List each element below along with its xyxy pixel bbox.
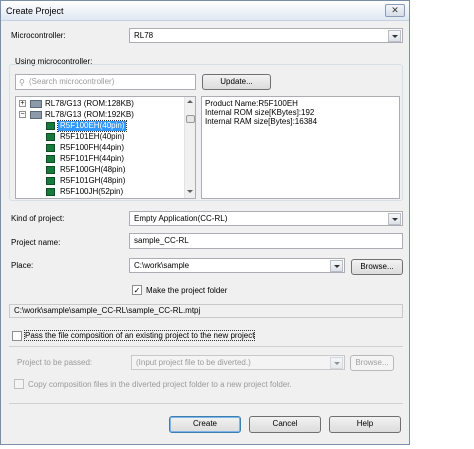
kind-of-project-label: Kind of project: (11, 214, 65, 223)
tree-node-label: R5F100EH(40pin) (56, 120, 128, 132)
help-button-label: Help (356, 419, 374, 428)
microcontroller-tree[interactable]: + RL78/G13 (ROM:128KB) − RL78/G13 (ROM:1… (15, 96, 196, 199)
copy-files-checkbox[interactable] (14, 379, 24, 389)
project-to-pass-placeholder: (Input project file to be diverted.) (136, 358, 251, 367)
window-title: Create Project (6, 6, 64, 16)
close-icon: ✕ (391, 5, 399, 15)
kind-of-project-select[interactable]: Empty Application(CC-RL) (129, 211, 403, 226)
tree-node-label: R5F100JH(52pin) (60, 187, 124, 196)
tree-node-label: R5F100FH(44pin) (60, 143, 125, 152)
search-placeholder: (Search microcontroller) (29, 77, 115, 86)
microcontroller-label: Microcontroller: (11, 31, 66, 40)
divider (9, 403, 403, 404)
cancel-button-label: Cancel (272, 419, 298, 428)
collapse-icon[interactable]: − (19, 111, 26, 118)
tree-node-label: RL78/G13 (ROM:128KB) (45, 99, 134, 108)
tree-scrollbar[interactable] (184, 97, 195, 198)
create-button[interactable]: Create (169, 416, 241, 433)
microcontroller-select[interactable]: RL78 (129, 28, 403, 43)
expand-icon[interactable]: + (19, 100, 26, 107)
search-microcontroller-input[interactable]: ⚲ (Search microcontroller) (15, 74, 196, 90)
project-to-pass-browse-button[interactable]: Browse... (350, 355, 394, 371)
chip-icon (46, 144, 55, 152)
chevron-down-icon (388, 30, 401, 42)
chip-icon (46, 188, 55, 196)
pass-composition-checkbox[interactable] (12, 331, 22, 341)
place-select[interactable]: C:\work\sample (129, 258, 345, 273)
project-to-pass-select[interactable]: (Input project file to be diverted.) (131, 355, 345, 370)
tree-node-label: R5F101GH(48pin) (60, 176, 126, 185)
tree-node-r5f100eh[interactable]: R5F100EH(40pin) (16, 120, 186, 132)
title-bar: Create Project ✕ (1, 1, 409, 21)
project-path-display: C:\work\sample\sample_CC-RL\sample_CC-RL… (9, 304, 403, 318)
microcontroller-value: RL78 (134, 31, 154, 40)
project-name-value: sample_CC-RL (134, 236, 189, 245)
tree-node-label: R5F100GH(48pin) (60, 165, 126, 174)
device-group-icon (30, 100, 42, 108)
browse-button-label: Browse... (360, 262, 394, 271)
copy-files-label: Copy composition files in the diverted p… (28, 380, 292, 389)
microcontroller-info-box: Product Name:R5F100EH Internal ROM size[… (201, 96, 400, 199)
help-button[interactable]: Help (329, 416, 401, 433)
close-button[interactable]: ✕ (385, 4, 405, 17)
create-button-label: Create (192, 419, 217, 428)
create-project-dialog: Create Project ✕ Microcontroller: RL78 U… (0, 0, 410, 445)
tree-node-label: R5F101EH(40pin) (60, 132, 125, 141)
project-name-label: Project name: (11, 238, 61, 247)
tree-node-r5f101gh[interactable]: R5F101GH(48pin) (16, 176, 186, 186)
make-folder-checkbox[interactable]: ✓ (132, 285, 142, 295)
place-value: C:\work\sample (134, 261, 190, 270)
project-to-pass-label: Project to be passed: (17, 358, 93, 367)
scroll-down-icon[interactable] (187, 189, 194, 195)
make-folder-label: Make the project folder (146, 286, 228, 295)
chevron-down-icon (330, 260, 343, 272)
search-icon: ⚲ (19, 78, 25, 87)
tree-node-r5f100fh[interactable]: R5F100FH(44pin) (16, 143, 186, 153)
chip-icon (46, 155, 55, 163)
tree-node-r5f101fh[interactable]: R5F101FH(44pin) (16, 154, 186, 164)
device-group-icon (30, 111, 42, 119)
scroll-thumb[interactable] (186, 115, 195, 123)
place-label: Place: (11, 261, 34, 270)
scroll-up-icon[interactable] (187, 99, 194, 105)
chevron-down-icon (330, 357, 343, 369)
chip-icon (46, 177, 55, 185)
chip-icon (46, 166, 55, 174)
tree-node-g13-128[interactable]: + RL78/G13 (ROM:128KB) (16, 99, 186, 109)
chip-icon (46, 122, 55, 130)
place-browse-button[interactable]: Browse... (351, 259, 403, 275)
pass-composition-label: Pass the file composition of an existing… (23, 330, 256, 341)
divider (9, 346, 403, 347)
project-path-value: C:\work\sample\sample_CC-RL\sample_CC-RL… (14, 306, 201, 315)
update-button[interactable]: Update... (202, 74, 271, 90)
browse-button-label: Browse... (355, 358, 389, 367)
tree-node-r5f100jh[interactable]: R5F100JH(52pin) (16, 187, 186, 197)
tree-node-label: R5F101FH(44pin) (60, 154, 125, 163)
checkmark-icon: ✓ (133, 286, 141, 295)
info-line: Internal ROM size[KBytes]:192 (205, 108, 315, 117)
project-name-input[interactable]: sample_CC-RL (129, 233, 403, 249)
tree-node-g13-192[interactable]: − RL78/G13 (ROM:192KB) (16, 110, 186, 120)
cancel-button[interactable]: Cancel (249, 416, 321, 433)
kind-of-project-value: Empty Application(CC-RL) (134, 214, 228, 223)
chip-icon (46, 133, 55, 141)
tree-node-label: RL78/G13 (ROM:192KB) (45, 110, 134, 119)
info-line: Product Name:R5F100EH (205, 99, 298, 108)
tree-node-r5f101eh[interactable]: R5F101EH(40pin) (16, 132, 186, 142)
info-line: Internal RAM size[Bytes]:16384 (205, 117, 318, 126)
tree-node-r5f100gh[interactable]: R5F100GH(48pin) (16, 165, 186, 175)
update-button-label: Update... (220, 77, 253, 86)
chevron-down-icon (388, 213, 401, 225)
